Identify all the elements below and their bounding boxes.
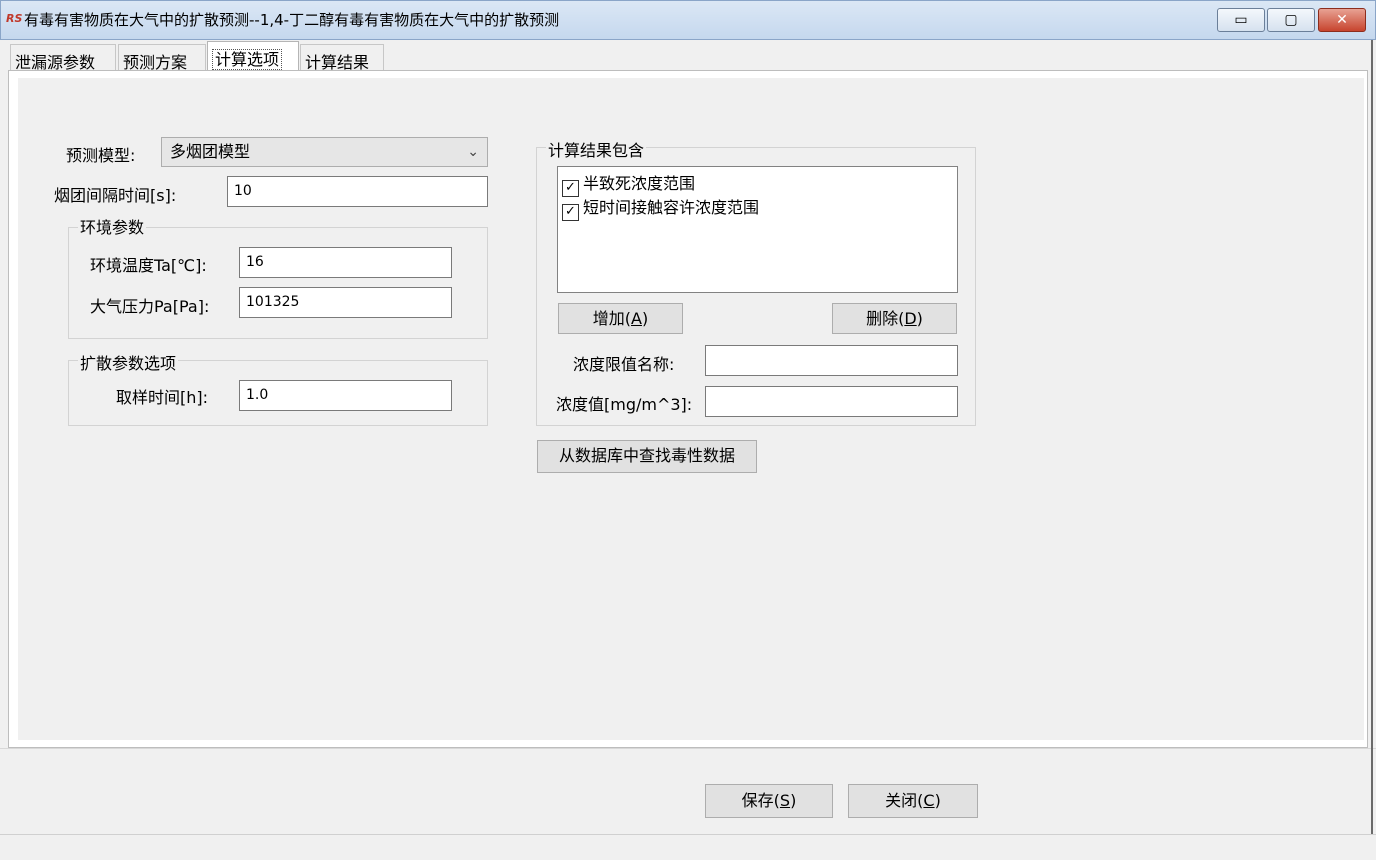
tab-leak-source[interactable]: 泄漏源参数 [10,44,116,72]
checkbox-checked-icon[interactable]: ✓ [562,204,579,221]
limit-name-input[interactable] [705,345,958,376]
save-button[interactable]: 保存(S) [705,784,833,818]
close-button-label: 关闭( [885,791,924,810]
minimize-icon: ▭ [1234,12,1248,28]
status-bar [0,834,1376,860]
env-params-legend: 环境参数 [78,214,147,238]
tab-label: 计算选项 [212,49,283,70]
temp-label: 环境温度Ta[℃]: [90,256,207,275]
list-item[interactable]: ✓ 短时间接触容许浓度范围 [562,194,760,221]
limit-name-label: 浓度限值名称: [573,355,675,374]
save-hotkey: S [779,791,791,810]
interval-input[interactable]: 10 [227,176,488,207]
paren: ) [790,791,797,810]
add-button-label: 增加( [592,309,632,328]
sample-time-input[interactable]: 1.0 [239,380,452,411]
results-list[interactable]: ✓ 半致死浓度范围 ✓ 短时间接触容许浓度范围 [557,166,958,293]
paren: ) [916,309,923,328]
tab-calc-options[interactable]: 计算选项 [207,41,299,71]
tab-calc-results[interactable]: 计算结果 [300,44,384,72]
delete-button[interactable]: 删除(D) [832,303,957,334]
sample-time-label: 取样时间[h]: [116,388,209,407]
delete-hotkey: D [904,309,917,328]
env-params-group [68,227,488,339]
maximize-button[interactable]: ▢ [1267,8,1315,32]
concentration-input[interactable] [705,386,958,417]
close-window-button[interactable]: ✕ [1318,8,1366,32]
add-hotkey: A [631,309,642,328]
window-title: 有毒有害物质在大气中的扩散预测--1,4-丁二醇有毒有害物质在大气中的扩散预测 [24,11,560,29]
lookup-toxicity-button[interactable]: 从数据库中查找毒性数据 [537,440,757,473]
model-select[interactable]: 多烟团模型 ⌄ [161,137,488,167]
close-hotkey: C [923,791,935,810]
app-icon: RS [6,12,23,25]
save-button-label: 保存( [741,791,780,810]
lookup-toxicity-label: 从数据库中查找毒性数据 [558,446,735,465]
chevron-down-icon: ⌄ [467,144,479,160]
model-select-value: 多烟团模型 [170,142,251,161]
results-include-legend: 计算结果包含 [546,137,647,161]
footer-divider [0,748,1376,749]
pressure-input[interactable]: 101325 [239,287,452,318]
window-right-border [1371,40,1373,834]
minimize-button[interactable]: ▭ [1217,8,1265,32]
paren: ) [641,309,649,328]
list-item[interactable]: ✓ 半致死浓度范围 [562,170,696,197]
diffusion-params-legend: 扩散参数选项 [78,350,179,374]
close-button[interactable]: 关闭(C) [848,784,978,818]
temp-input[interactable]: 16 [239,247,452,278]
interval-label: 烟团间隔时间[s]: [54,186,177,205]
pressure-label: 大气压力Pa[Pa]: [90,297,210,316]
list-item-label: 半致死浓度范围 [583,174,696,193]
maximize-icon: ▢ [1284,12,1298,28]
list-item-label: 短时间接触容许浓度范围 [583,198,760,217]
delete-button-label: 删除( [866,309,905,328]
paren: ) [934,791,941,810]
tab-prediction-plan[interactable]: 预测方案 [118,44,206,72]
model-label: 预测模型: [66,146,136,165]
add-button[interactable]: 增加(A) [558,303,683,334]
close-icon: ✕ [1336,12,1348,28]
concentration-label: 浓度值[mg/m^3]: [556,395,693,414]
